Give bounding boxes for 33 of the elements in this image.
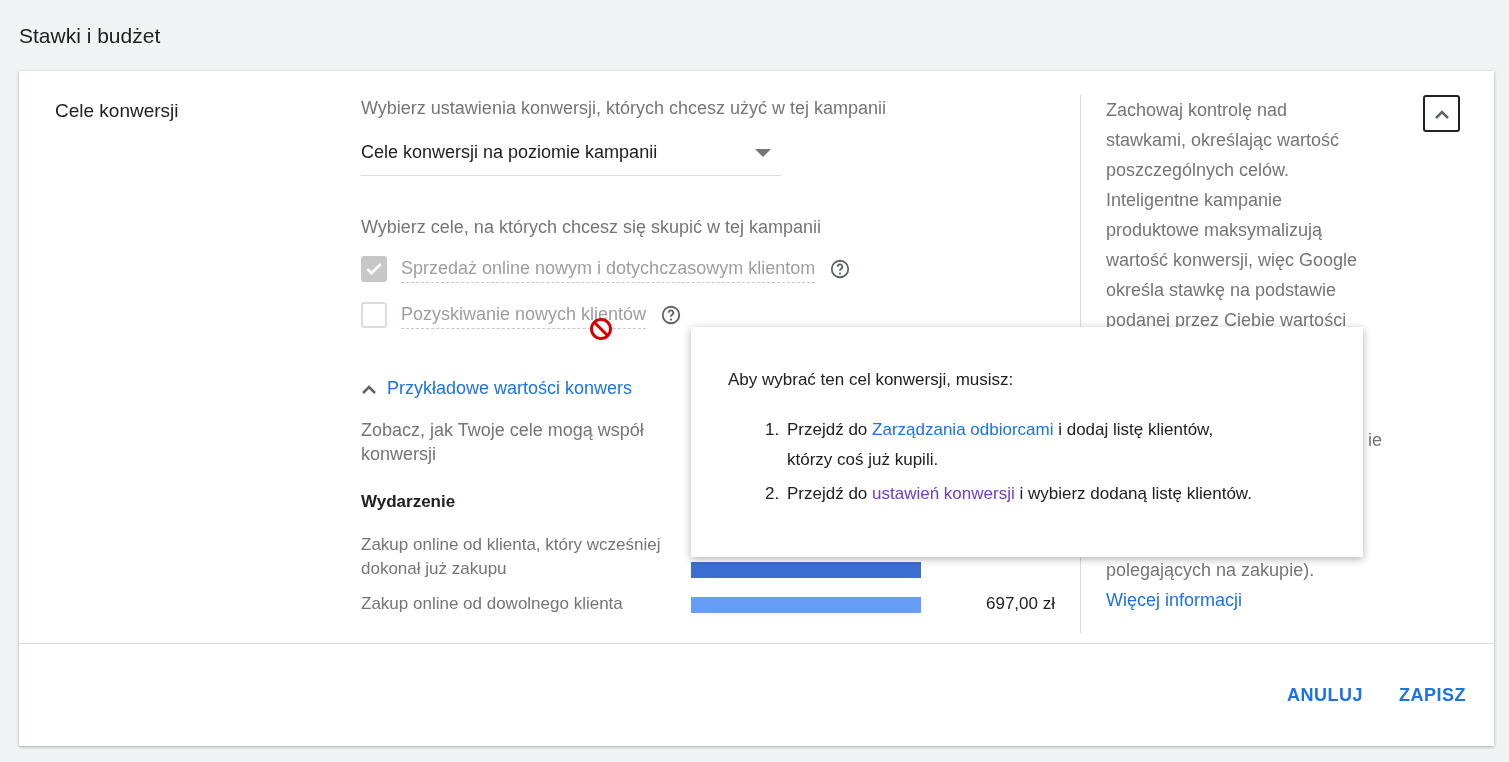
dropdown-caret-icon	[755, 148, 771, 157]
event-name: Zakup online od klienta, który wcześniej dokonał już zakupu	[361, 533, 662, 580]
help-text-fragment: ie	[1368, 429, 1382, 452]
help-icon[interactable]	[660, 304, 683, 326]
step-number: 2.	[765, 482, 781, 505]
cancel-button[interactable]: ANULUJ	[1276, 673, 1373, 717]
page-title: Stawki i budżet	[18, 23, 162, 49]
conversion-dropdown[interactable]: Cele konwersji na poziomie kampanii	[361, 140, 781, 176]
goals-label: Wybierz cele, na których chcesz się skupić w tej kampanii	[361, 216, 822, 239]
goal-checkbox[interactable]	[361, 302, 387, 328]
save-button[interactable]: ZAPISZ	[1389, 673, 1476, 717]
collapse-button[interactable]	[1423, 95, 1460, 132]
goal-label: Sprzedaż online nowym i dotychczasowym klientom	[401, 255, 816, 283]
step-text: Przejdź do Zarządzania odbiorcami i dodaj listę klientów, którzy coś już kupili.	[787, 418, 1215, 471]
chevron-up-icon	[1433, 108, 1450, 119]
step-link[interactable]: ustawień konwersji	[872, 483, 1015, 503]
chevron-up-icon	[361, 383, 377, 394]
event-value: 697,00 zł	[986, 593, 1055, 613]
help-icon[interactable]	[829, 258, 852, 280]
help-text: Zachowaj kontrolę nad stawkami, określając wartość poszczególnych celów. Inteligentne kampanie produktowe maksymalizują wartość konwersji, więc Google określa stawkę na podstawie podanej przez Ciebie wartości	[1106, 99, 1359, 332]
event-name: Zakup online od dowolnego klienta	[361, 593, 624, 615]
step-link[interactable]: Zarządzania odbiorcami	[872, 419, 1054, 439]
help-text: polegających na zakupie).	[1106, 559, 1315, 582]
examples-toggle[interactable]: Przykładowe wartości konwers	[361, 375, 633, 402]
step-number: 1.	[765, 418, 781, 441]
examples-description: Zobacz, jak Twoje cele mogą współ	[361, 419, 644, 442]
settings-label: Wybierz ustawienia konwersji, których chcesz użyć w tej kampanii	[361, 97, 888, 120]
section-label: Cele konwersji	[55, 99, 180, 123]
event-column-header: Wydarzenie	[361, 491, 456, 513]
more-info-link[interactable]: Więcej informacji	[1106, 590, 1243, 610]
step-text: Przejdź do ustawień konwersji i wybierz dodaną listę klientów.	[787, 482, 1253, 505]
examples-description: konwersji	[361, 443, 437, 466]
tooltip-intro: Aby wybrać ten cel konwersji, musisz:	[728, 369, 1015, 391]
